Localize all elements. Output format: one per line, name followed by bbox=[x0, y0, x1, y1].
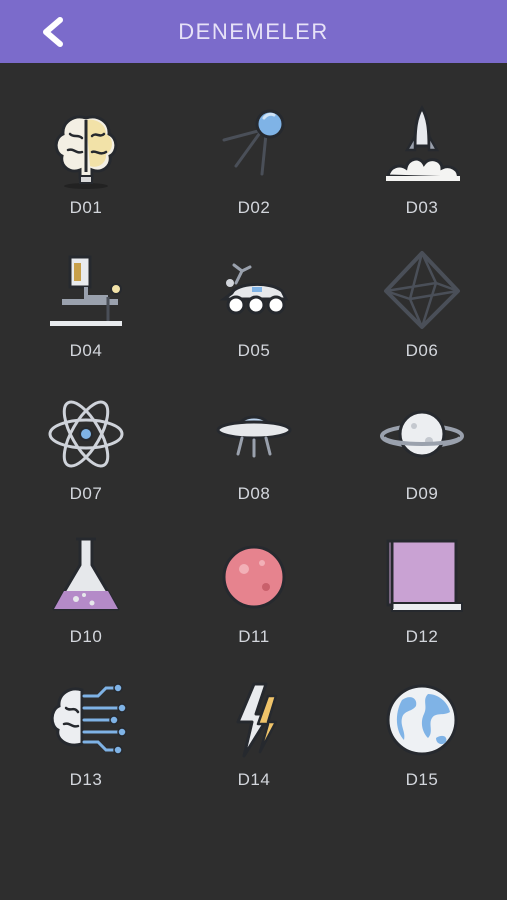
test-tile-d06[interactable]: D06 bbox=[347, 243, 497, 373]
test-label: D11 bbox=[238, 627, 270, 646]
test-label: D06 bbox=[405, 341, 439, 360]
satellite-icon bbox=[222, 109, 285, 176]
test-label: D03 bbox=[405, 198, 439, 217]
octahedron-icon bbox=[384, 251, 460, 329]
rocket-launch-icon bbox=[386, 105, 460, 181]
lunar-rover-icon bbox=[219, 263, 289, 315]
test-label: D14 bbox=[237, 770, 271, 789]
test-label: D13 bbox=[69, 770, 103, 789]
ringed-planet-icon bbox=[380, 410, 464, 458]
atom-icon bbox=[48, 400, 124, 468]
test-label: D07 bbox=[69, 484, 103, 503]
app-header: DENEMELER bbox=[0, 0, 507, 63]
test-label: D01 bbox=[69, 198, 103, 217]
ai-brain-circuit-icon bbox=[50, 683, 127, 755]
earth-globe-icon bbox=[386, 684, 458, 756]
red-planet-icon bbox=[222, 545, 286, 609]
test-tile-d15[interactable]: D15 bbox=[347, 672, 497, 802]
brain-icon bbox=[54, 115, 118, 189]
test-tile-d14[interactable]: D14 bbox=[179, 672, 329, 802]
tests-grid: D01 D02 D03 D04 D05 D06 D07 D08 D09 D10 … bbox=[0, 63, 507, 900]
test-label: D02 bbox=[237, 198, 271, 217]
lightning-icon bbox=[236, 682, 278, 758]
test-tile-d01[interactable]: D01 bbox=[11, 100, 161, 230]
flask-icon bbox=[52, 537, 120, 611]
test-tile-d13[interactable]: D13 bbox=[11, 672, 161, 802]
page-title: DENEMELER bbox=[178, 19, 329, 44]
test-tile-d03[interactable]: D03 bbox=[347, 100, 497, 230]
test-label: D15 bbox=[405, 770, 439, 789]
ufo-icon bbox=[216, 415, 292, 458]
test-label: D12 bbox=[405, 627, 439, 646]
test-tile-d10[interactable]: D10 bbox=[11, 529, 161, 659]
test-tile-d07[interactable]: D07 bbox=[11, 386, 161, 516]
test-tile-d05[interactable]: D05 bbox=[179, 243, 329, 373]
test-label: D04 bbox=[69, 341, 103, 360]
microscope-icon bbox=[50, 255, 122, 326]
test-tile-d02[interactable]: D02 bbox=[179, 100, 329, 230]
test-tile-d08[interactable]: D08 bbox=[179, 386, 329, 516]
test-tile-d09[interactable]: D09 bbox=[347, 386, 497, 516]
test-tile-d11[interactable]: D11 bbox=[179, 529, 329, 659]
test-tile-d12[interactable]: D12 bbox=[347, 529, 497, 659]
test-label: D09 bbox=[405, 484, 439, 503]
test-label: D05 bbox=[237, 341, 271, 360]
book-icon bbox=[386, 539, 463, 612]
test-label: D10 bbox=[69, 627, 103, 646]
test-label: D08 bbox=[237, 484, 271, 503]
test-tile-d04[interactable]: D04 bbox=[11, 243, 161, 373]
